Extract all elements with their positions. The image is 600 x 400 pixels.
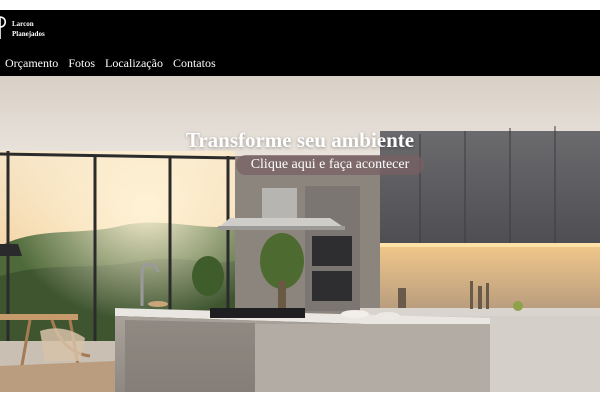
brand-name-line2: Planejados <box>12 30 45 38</box>
hero-cta-button[interactable]: Clique aqui e faça acontecer <box>236 155 424 175</box>
nav-link-orcamento[interactable]: Orçamento <box>5 56 58 70</box>
nav-link-fotos[interactable]: Fotos <box>68 56 95 70</box>
brand-name-line1: Larcon <box>12 20 34 28</box>
kitchen-photo <box>0 76 600 392</box>
hero-title: Transforme seu ambiente <box>185 128 415 152</box>
site-header: Larcon Planejados Orçamento Fotos Locali… <box>0 10 600 76</box>
logo-mark-icon <box>0 16 7 39</box>
brand-logo[interactable]: Larcon Planejados <box>0 16 60 40</box>
main-nav: Orçamento Fotos Localização Contatos <box>5 56 216 70</box>
hero-section: Transforme seu ambiente Clique aqui e fa… <box>0 76 600 392</box>
nav-link-localizacao[interactable]: Localização <box>105 56 163 70</box>
nav-link-contatos[interactable]: Contatos <box>173 56 216 70</box>
page: Larcon Planejados Orçamento Fotos Locali… <box>0 10 600 392</box>
